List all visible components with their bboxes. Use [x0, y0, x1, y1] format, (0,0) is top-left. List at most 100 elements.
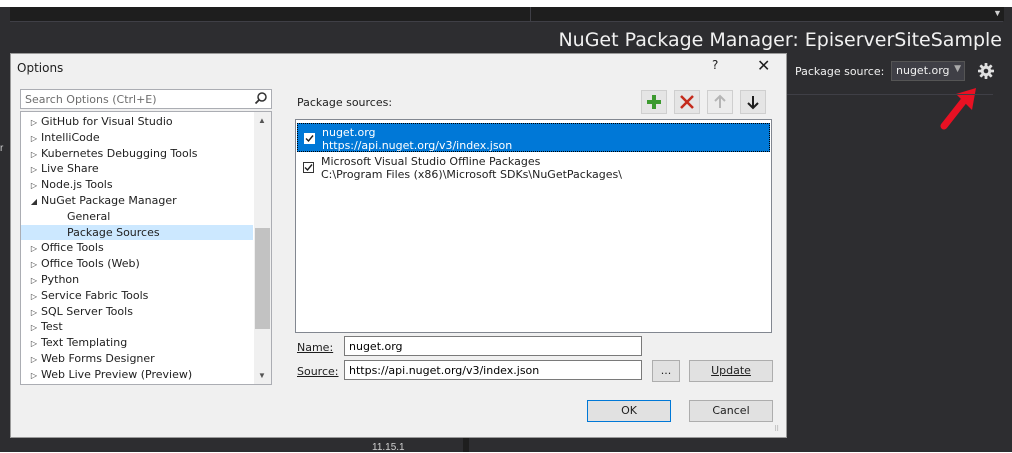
tree-item-label: Python [41, 273, 80, 286]
top-strip [0, 0, 1012, 7]
expand-arrow-icon[interactable]: ▷ [27, 352, 41, 367]
red-arrow-annotation [940, 88, 976, 130]
expand-arrow-icon[interactable]: ▷ [27, 241, 41, 256]
chevron-down-icon: ▼ [954, 64, 961, 74]
tree-item[interactable]: ◢ NuGet Package Manager [21, 193, 253, 208]
update-button[interactable]: Update [689, 360, 773, 382]
tree-item[interactable]: ▷ Node.js Tools [21, 177, 253, 192]
tree-item-label: GitHub for Visual Studio [41, 115, 173, 128]
tree-item[interactable]: Package Sources [21, 224, 253, 240]
scroll-up-icon[interactable]: ▲ [258, 116, 266, 125]
resize-grip-icon[interactable]: ⠿ [774, 425, 784, 435]
expand-arrow-icon[interactable]: ▷ [27, 162, 41, 177]
cancel-button[interactable]: Cancel [689, 400, 773, 422]
scroll-down-icon[interactable]: ▼ [258, 371, 266, 380]
tree-item[interactable]: ▷ Web Forms Designer [21, 351, 253, 366]
tree-item-label: Node.js Tools [41, 178, 113, 192]
expand-arrow-icon[interactable]: ▷ [27, 273, 41, 288]
name-label-text: Name: [297, 341, 334, 354]
expand-arrow-icon[interactable]: ▷ [27, 115, 41, 130]
package-source-item-nuget[interactable]: nuget.org https://api.nuget.org/v3/index… [297, 123, 770, 152]
tree-item[interactable]: General [21, 209, 253, 224]
tree-item-label: Web Live Preview (Preview) [41, 367, 193, 381]
source-enabled-checkbox[interactable] [303, 162, 314, 173]
tree-item[interactable]: ▷ GitHub for Visual Studio [21, 114, 253, 129]
tree-item[interactable]: ▷ IntelliCode [21, 130, 253, 145]
tree-item-label: NuGet Package Manager [41, 194, 177, 207]
expand-arrow-icon[interactable]: ▷ [27, 289, 41, 304]
package-source-item-offline[interactable]: Microsoft Visual Studio Offline Packages… [297, 153, 770, 182]
close-button[interactable]: ✕ [757, 56, 770, 76]
options-dialog: Options ? ✕ Search Options (Ctrl+E) ▷ Web… [10, 53, 787, 438]
search-options-input[interactable]: Search Options (Ctrl+E) [20, 89, 272, 109]
help-button[interactable]: ? [712, 58, 718, 72]
version-text: 11.15.1 [372, 442, 405, 453]
name-label: Name: [297, 341, 333, 354]
tree-item[interactable]: ▷ Text Templating [21, 335, 253, 350]
tree-item-label: Package Sources [67, 225, 160, 239]
arrow-down-icon [747, 96, 759, 110]
source-enabled-checkbox[interactable] [304, 133, 315, 144]
tree-item-label: Text Templating [41, 336, 128, 350]
remove-x-icon [680, 95, 694, 109]
update-label: Update [711, 364, 751, 377]
source-label: Source: [297, 365, 339, 378]
tree-item-label: Test [41, 320, 63, 334]
scroll-thumb[interactable] [255, 228, 270, 329]
remove-source-button[interactable] [674, 90, 700, 114]
expand-arrow-icon[interactable]: ▷ [27, 320, 41, 335]
tree-item[interactable]: ▷ Live Share [21, 161, 253, 176]
ok-button[interactable]: OK [587, 400, 671, 422]
package-source-value: nuget.org [896, 64, 950, 77]
tree-item-label: Web Forms Designer [41, 352, 155, 365]
tree-item-label: Service Fabric Tools [41, 288, 149, 302]
tree-scrollbar[interactable]: ▲ ▼ [254, 112, 271, 384]
expand-arrow-icon[interactable]: ▷ [27, 178, 41, 193]
checkmark-icon [304, 164, 313, 172]
source-label-text: Source: [297, 365, 339, 378]
expand-arrow-icon[interactable]: ▷ [27, 336, 41, 351]
tree-item[interactable]: ▷ Office Tools [21, 240, 253, 255]
source-name: Microsoft Visual Studio Offline Packages [321, 155, 541, 168]
options-tree[interactable]: ▷ Web Live Preview (Preview) ▷ Web Forms De… [20, 111, 272, 385]
vs-tab-bar-right [530, 7, 1004, 21]
tree-item-label: Office Tools (Web) [41, 257, 140, 271]
source-input[interactable] [344, 360, 642, 380]
move-up-button[interactable] [707, 90, 733, 114]
tree-item[interactable]: ▷ Web Live Preview (Preview) [21, 367, 253, 382]
tree-item[interactable]: ▷ Service Fabric Tools [21, 288, 253, 303]
expand-arrow-icon[interactable]: ▷ [27, 257, 41, 272]
expand-arrow-icon[interactable]: ▷ [27, 368, 41, 383]
source-url: https://api.nuget.org/v3/index.json [322, 139, 513, 152]
tree-item[interactable]: ▷ Test [21, 319, 253, 334]
package-source-label: Package source: [795, 65, 885, 78]
tree-item-label: IntelliCode [41, 130, 100, 144]
expand-arrow-icon[interactable]: ◢ [27, 194, 41, 209]
arrow-up-icon [714, 94, 726, 108]
add-source-button[interactable] [641, 90, 667, 114]
package-sources-list[interactable]: nuget.org https://api.nuget.org/v3/index… [295, 119, 772, 333]
expand-arrow-icon[interactable]: ▷ [27, 131, 41, 146]
name-input[interactable] [344, 336, 642, 356]
expand-arrow-icon[interactable]: ▷ [27, 305, 41, 320]
search-placeholder: Search Options (Ctrl+E) [25, 93, 157, 106]
browse-button[interactable]: ... [652, 360, 680, 382]
expand-arrow-icon[interactable]: ▷ [27, 147, 41, 162]
package-source-select[interactable]: nuget.org ▼ [891, 61, 965, 81]
tree-item-label: General [67, 209, 111, 223]
side-glyph: r [0, 143, 4, 154]
tree-item-label: SQL Server Tools [41, 304, 133, 318]
tree-item[interactable]: ▷ SQL Server Tools [21, 304, 253, 319]
source-url: C:\Program Files (x86)\Microsoft SDKs\Nu… [321, 168, 622, 181]
tree-item[interactable]: ▷ Kubernetes Debugging Tools [21, 146, 253, 161]
move-down-button[interactable] [740, 90, 766, 114]
plus-icon [647, 95, 661, 109]
tree-item[interactable]: ▷ Python [21, 272, 253, 287]
tree-item[interactable]: ▷ Office Tools (Web) [21, 256, 253, 271]
search-icon[interactable] [254, 91, 268, 105]
checkmark-icon [305, 135, 314, 143]
tree-item-label: Kubernetes Debugging Tools [41, 146, 198, 160]
window-menu-dropdown-icon[interactable]: ▼ [993, 8, 1005, 18]
gear-icon[interactable] [977, 62, 995, 80]
dialog-title: Options [17, 61, 64, 75]
